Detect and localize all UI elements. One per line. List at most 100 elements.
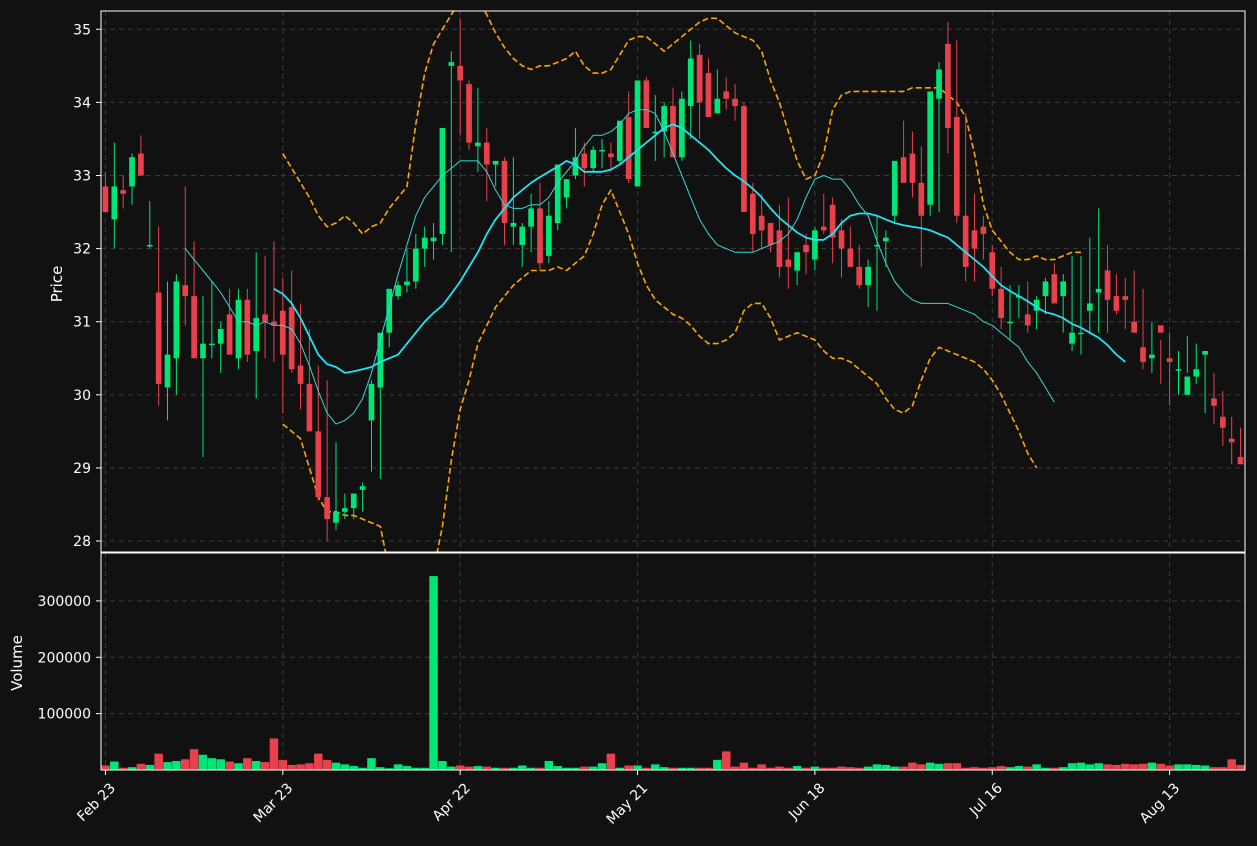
volume-bar <box>588 766 598 770</box>
candle-body <box>696 54 703 103</box>
candle-body <box>803 244 809 253</box>
volume-bar <box>837 766 846 770</box>
candle-body <box>705 73 712 118</box>
candle-body <box>466 84 472 143</box>
candle-body <box>838 230 845 249</box>
candle-body <box>554 164 561 224</box>
volume-bar <box>455 765 465 770</box>
volume-bar <box>1156 763 1166 770</box>
volume-bar <box>1165 765 1174 770</box>
volume-bar <box>917 764 926 770</box>
candle-body <box>732 98 738 107</box>
candle-body <box>794 252 800 271</box>
volume-bar <box>402 766 412 770</box>
candle-body <box>421 237 428 249</box>
volume-bar <box>278 759 288 770</box>
candle-body <box>359 486 366 490</box>
volume-bar <box>198 754 208 770</box>
candle-body <box>510 223 517 227</box>
volume-bar <box>464 766 474 770</box>
candle-body <box>962 215 969 267</box>
price-tick-label: 33 <box>73 168 91 184</box>
candle-body <box>333 511 339 523</box>
candle-body <box>767 223 774 245</box>
candle-body <box>342 508 348 512</box>
volume-bar <box>606 753 616 770</box>
candle-body <box>120 190 127 194</box>
volume-bar <box>517 765 527 770</box>
candle-body <box>1237 456 1244 465</box>
volume-bar <box>1032 764 1041 770</box>
candle-body <box>643 80 650 128</box>
volume-bar <box>189 749 199 770</box>
volume-bar <box>899 766 908 770</box>
volume-bar <box>1085 764 1095 770</box>
volume-bar <box>908 762 917 770</box>
volume-bar <box>1103 764 1112 770</box>
volume-bar <box>216 759 225 770</box>
candle-body <box>209 343 215 346</box>
volume-bar <box>553 766 562 770</box>
volume-bar <box>447 766 456 770</box>
volume-bar <box>792 766 802 770</box>
candle-body <box>563 179 570 198</box>
candlestick-volume-chart: 2829303132333435 100000200000300000Feb 2… <box>0 0 1257 842</box>
volume-bar <box>101 765 110 770</box>
candle-body <box>891 160 898 216</box>
candle-body <box>138 153 144 176</box>
volume-bar <box>225 761 234 770</box>
price-tick-label: 31 <box>73 315 91 331</box>
candle-body <box>439 127 446 234</box>
volume-bar <box>287 764 296 770</box>
candle-body <box>687 58 694 107</box>
candle-body <box>616 120 623 161</box>
candle-body <box>306 383 313 432</box>
volume-bar <box>1236 764 1245 770</box>
candle-body <box>501 160 508 224</box>
candle-body <box>608 153 614 158</box>
volume-bar <box>943 763 953 770</box>
candle-body <box>1095 288 1102 293</box>
candle-body <box>856 266 863 286</box>
volume-bar <box>438 760 447 770</box>
candle-body <box>235 299 242 359</box>
volume-bar <box>633 765 642 770</box>
volume-bar <box>305 763 314 770</box>
candle-body <box>1024 314 1031 326</box>
candle-body <box>1113 296 1120 311</box>
volume-bar <box>393 764 403 770</box>
volume-bar <box>739 762 749 770</box>
price-tick-label: 28 <box>73 534 91 550</box>
volume-bar <box>1067 763 1077 770</box>
candle-body <box>217 329 224 344</box>
volume-bar <box>322 759 332 770</box>
candle-body <box>546 215 552 256</box>
candle-body <box>918 182 925 216</box>
candle-body <box>1219 416 1226 428</box>
candle-body <box>1051 274 1058 304</box>
volume-bar <box>775 766 784 770</box>
candle-body <box>927 91 934 205</box>
candle-body <box>262 314 268 322</box>
candle-body <box>457 65 464 81</box>
candle-body <box>1202 350 1208 355</box>
candle-body <box>776 230 783 267</box>
candle-body <box>519 226 526 245</box>
volume-bar <box>340 764 350 770</box>
volume-bar <box>881 764 891 770</box>
volume-bar <box>1014 766 1024 770</box>
candle-body <box>599 149 605 152</box>
candle-body <box>971 230 978 249</box>
candle-body <box>625 117 632 180</box>
candle-body <box>1193 369 1200 377</box>
candle-body <box>1157 325 1164 333</box>
volume-axis-label: Volume <box>8 635 26 691</box>
volume-bar <box>1023 766 1032 770</box>
candle-body <box>865 266 871 286</box>
volume-bar <box>367 758 376 770</box>
volume-bar <box>1121 763 1130 770</box>
volume-bar <box>1183 764 1192 770</box>
candle-body <box>1078 332 1084 335</box>
volume-bar <box>863 766 873 770</box>
volume-bar <box>580 766 589 770</box>
